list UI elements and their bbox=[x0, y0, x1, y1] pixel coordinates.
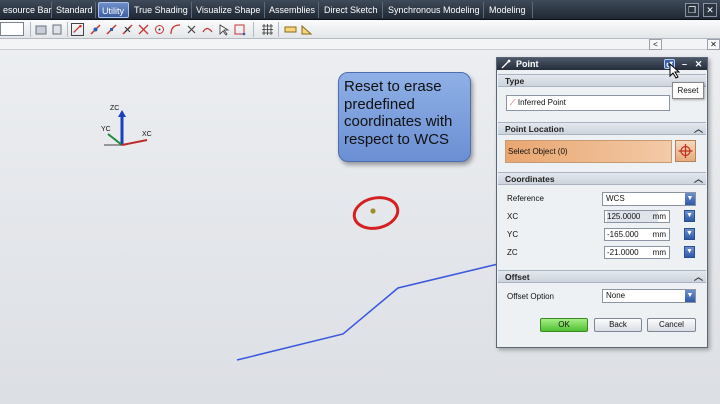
back-button[interactable]: Back bbox=[594, 318, 642, 332]
point-type-dropdown[interactable]: ⟋ Inferred Point bbox=[506, 95, 670, 111]
zc-spinner-icon[interactable]: ▼ bbox=[684, 246, 695, 258]
crosshair-icon bbox=[678, 144, 693, 158]
reference-value: WCS bbox=[606, 194, 625, 203]
inferred-point-icon: ⟋ bbox=[510, 98, 516, 107]
section-coordinates-header[interactable]: Coordinates ︿ bbox=[498, 172, 706, 185]
chevron-up-icon: ︿ bbox=[693, 174, 703, 184]
reset-tooltip: Reset bbox=[672, 82, 704, 99]
zc-label: ZC bbox=[507, 248, 518, 257]
xc-unit: mm bbox=[652, 212, 666, 221]
zc-axis-label: ZC bbox=[110, 105, 120, 112]
chevron-up-icon: ︿ bbox=[693, 124, 703, 134]
zc-unit: mm bbox=[652, 248, 666, 257]
chevron-up-icon: ︿ bbox=[693, 272, 703, 282]
zc-value: -21.0000 bbox=[607, 248, 639, 257]
section-offset-header[interactable]: Offset ︿ bbox=[498, 270, 706, 283]
zc-input[interactable]: -21.0000 mm bbox=[604, 246, 670, 259]
offset-option-label: Offset Option bbox=[507, 292, 554, 301]
blue-curve[interactable] bbox=[236, 263, 499, 361]
xc-value: 125.0000 bbox=[607, 211, 658, 222]
reference-dropdown[interactable]: WCS ▼ bbox=[602, 192, 696, 206]
point-dialog-icon bbox=[501, 59, 511, 69]
yc-spinner-icon[interactable]: ▼ bbox=[684, 228, 695, 240]
tooltip-text: Reset bbox=[677, 86, 699, 95]
xc-label: XC bbox=[507, 212, 519, 221]
cancel-button[interactable]: Cancel bbox=[647, 318, 696, 332]
section-point-location-header[interactable]: Point Location ︿ bbox=[498, 122, 706, 135]
section-point-location-label: Point Location bbox=[505, 124, 565, 134]
yc-unit: mm bbox=[652, 230, 666, 239]
section-offset-label: Offset bbox=[505, 272, 530, 282]
yc-label: YC bbox=[507, 230, 519, 239]
callout-text: Reset to erase predefined coordinates wi… bbox=[344, 78, 453, 148]
yc-input[interactable]: -165.000 mm bbox=[604, 228, 670, 241]
offset-option-dropdown[interactable]: None ▼ bbox=[602, 289, 696, 303]
section-coordinates-label: Coordinates bbox=[505, 174, 555, 184]
minimize-icon[interactable]: – bbox=[679, 59, 690, 69]
close-icon[interactable]: ✕ bbox=[693, 59, 704, 69]
yc-value: -165.000 bbox=[607, 230, 639, 239]
highlighted-point[interactable] bbox=[351, 194, 400, 232]
offset-option-value: None bbox=[606, 291, 626, 300]
annotation-callout: Reset to erase predefined coordinates wi… bbox=[338, 72, 471, 162]
xc-input[interactable]: 125.0000 mm bbox=[604, 210, 670, 223]
section-type-label: Type bbox=[505, 76, 525, 86]
yc-axis-label: YC bbox=[101, 126, 111, 133]
select-object-field[interactable]: Select Object (0) bbox=[505, 140, 672, 163]
chevron-down-icon: ▼ bbox=[685, 193, 695, 205]
xc-axis-label: XC bbox=[142, 131, 152, 138]
reference-label: Reference bbox=[507, 194, 544, 203]
dialog-title: Point bbox=[516, 59, 539, 69]
ok-button[interactable]: OK bbox=[540, 318, 588, 332]
xc-spinner-icon[interactable]: ▼ bbox=[684, 210, 695, 222]
mouse-cursor-icon bbox=[669, 63, 680, 79]
point-dialog-button[interactable] bbox=[675, 140, 696, 162]
chevron-down-icon: ▼ bbox=[685, 290, 695, 302]
select-object-label: Select Object (0) bbox=[508, 147, 568, 156]
point-type-value: Inferred Point bbox=[517, 98, 566, 107]
